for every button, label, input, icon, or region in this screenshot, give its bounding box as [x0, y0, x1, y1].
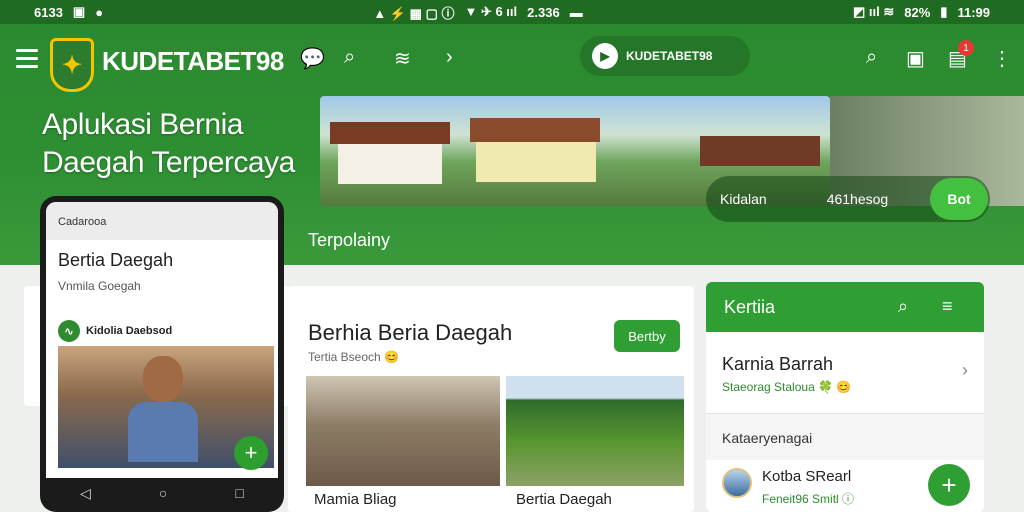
wifi-icon: ▼ ✈ 6 ııl	[464, 4, 518, 19]
news-meta: Tertia Bseoch 😊	[308, 350, 399, 364]
avatar	[722, 468, 752, 498]
pill-middle-label: 461hesog	[826, 191, 889, 207]
pulse-icon: ∿	[58, 320, 80, 342]
side-panel-header: Kertiia ⌕ ≡	[706, 282, 984, 332]
phone-row-label: Kidolia Daebsod	[86, 325, 173, 337]
hero-title-line1: Aplukasi Bernia	[42, 108, 243, 141]
side-item-2-sub: Feneit96 Smitl ⓘ	[762, 492, 855, 506]
chevron-right-icon: ›	[962, 360, 968, 380]
phone-title: Bertia Daegah	[58, 250, 174, 270]
recents-icon[interactable]: □	[235, 485, 243, 501]
phone-add-button[interactable]: +	[234, 436, 268, 470]
phone-row[interactable]: ∿ Kidolia Daebsod	[58, 320, 172, 342]
play-icon[interactable]: ▶	[592, 43, 618, 69]
news-action-button[interactable]: Bertby	[614, 320, 680, 352]
brand-name: KUDETABET98	[102, 46, 284, 76]
home-icon[interactable]: ○	[159, 485, 167, 501]
hero-pill[interactable]: Kidalan 461hesog Bot	[706, 176, 990, 222]
chat-icon: ▬	[569, 4, 583, 20]
side-menu-icon[interactable]: ≡	[942, 296, 953, 317]
side-item-1-sub: Staeorag Staloua 🍀 😊	[722, 380, 852, 394]
add-button[interactable]: +	[928, 464, 970, 506]
play-label: KUDETABET98	[626, 49, 713, 63]
caption-1: Mamia Bliag	[314, 491, 397, 508]
status-time-right: 11:99	[957, 4, 990, 20]
network-icon: ◩ ııl ≋	[853, 4, 895, 19]
chat-bubble-icon[interactable]: 💬	[300, 46, 325, 71]
status-bar: 6133 ▣ ● ▲ ⚡ ▦ ▢ ⓘ ▼ ✈ 6 ııl 2.336 ▬ ◩ ı…	[0, 0, 1024, 24]
side-item-1-name: Karnia Barrah	[722, 354, 834, 374]
pill-button[interactable]: Bot	[930, 178, 988, 220]
side-item-2-name: Kotba SRearl	[762, 468, 852, 485]
phone-topbar: Cadarooa	[46, 202, 278, 240]
more-vert-icon[interactable]: ⋮	[992, 46, 1012, 71]
side-item-2[interactable]: Kotba SRearl Feneit96 Smitl ⓘ +	[706, 460, 984, 512]
hero-title-line2: Daegah Terpercaya	[42, 146, 295, 179]
battery-icon: ▮	[940, 4, 948, 19]
phone-screen: Cadarooa Bertia Daegah Vnmila Goegah ∿ K…	[46, 202, 278, 478]
side-item-1[interactable]: Karnia Barrah Staeorag Staloua 🍀 😊 ›	[706, 332, 984, 414]
news-title: Berhia Beria Daegah	[308, 320, 513, 345]
side-section-label: Kataeryenagai	[722, 430, 813, 446]
pill-left-label: Kidalan	[720, 191, 767, 207]
hero-subtitle: Terpolainy	[308, 230, 391, 250]
market-photo[interactable]	[306, 376, 500, 486]
status-time-left: 6133	[34, 4, 63, 20]
news-card[interactable]: Berhia Beria Daegah Tertia Bseoch 😊 Bert…	[288, 286, 694, 512]
phone-subtitle: Vnmila Goegah	[58, 279, 141, 293]
brand-logo: ✦	[50, 38, 94, 92]
search-icon[interactable]: ⌕	[344, 46, 355, 69]
caption-2: Bertia Daegah	[516, 491, 612, 508]
play-pill[interactable]: ▶ KUDETABET98	[580, 36, 750, 76]
notification-badge: 1	[958, 40, 974, 56]
side-panel: Kertiia ⌕ ≡ Karnia Barrah Staeorag Stalo…	[706, 282, 984, 512]
side-panel-title: Kertiia	[724, 296, 776, 317]
back-icon[interactable]: ◁	[80, 485, 91, 502]
bag-icon[interactable]: ▣	[906, 46, 925, 71]
menu-icon[interactable]	[16, 49, 38, 73]
app-icon: ▣	[72, 4, 86, 19]
record-icon: ●	[95, 4, 104, 20]
phone-navbar: ◁ ○ □	[46, 478, 278, 508]
motorbike-photo[interactable]	[506, 376, 684, 486]
side-search-icon[interactable]: ⌕	[898, 296, 908, 317]
search-icon-right[interactable]: ⌕	[866, 46, 877, 69]
wave-icon[interactable]: ≋	[394, 46, 411, 71]
chevron-right-icon[interactable]: ›	[446, 46, 453, 69]
status-middle: 2.336	[527, 4, 560, 20]
battery-level: 82%	[904, 4, 931, 20]
signal-icon: ▲ ⚡ ▦ ▢ ⓘ	[373, 5, 455, 21]
hero-title: Aplukasi Bernia Daegah Terpercaya	[42, 106, 295, 182]
phone-mockup: Cadarooa Bertia Daegah Vnmila Goegah ∿ K…	[40, 196, 284, 512]
